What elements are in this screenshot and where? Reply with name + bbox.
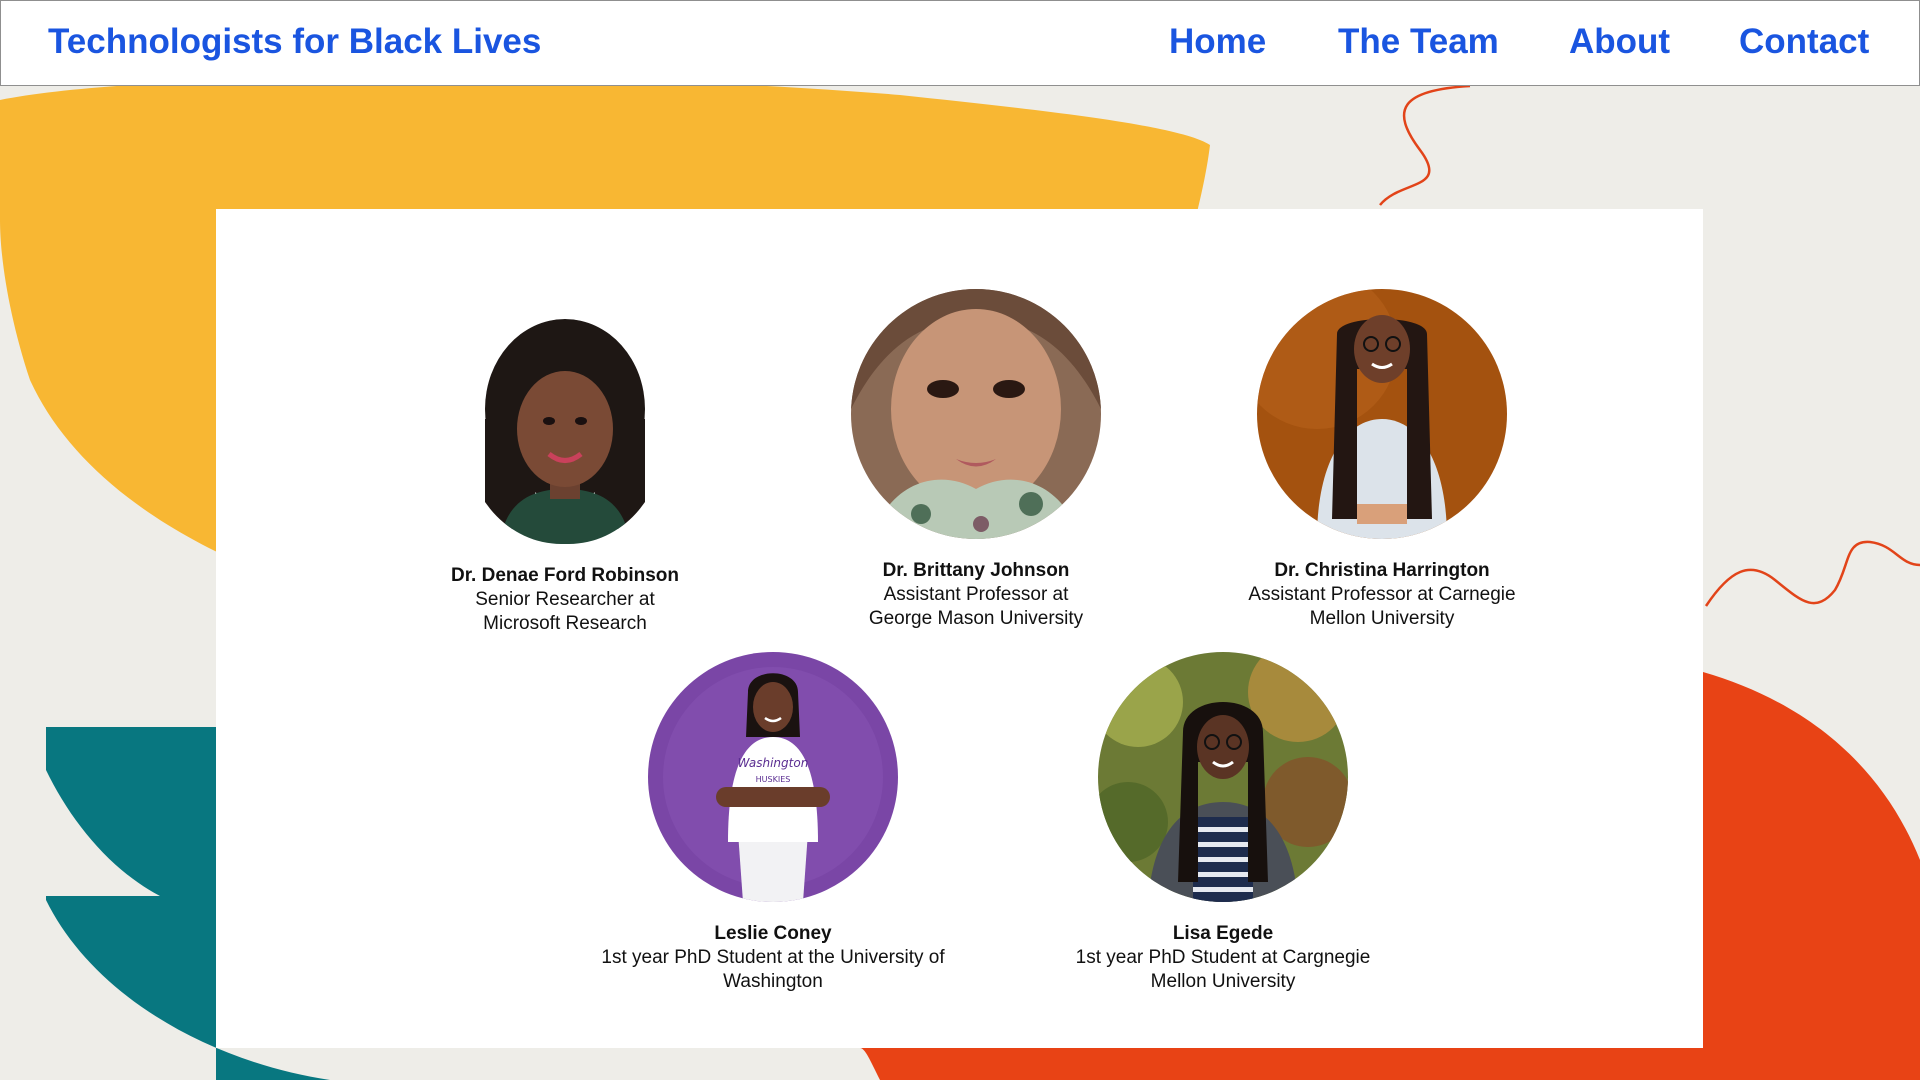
team-member-card: Dr. Denae Ford Robinson Senior Researche… [400, 319, 730, 636]
site-title-link[interactable]: Technologists for Black Lives [48, 22, 541, 62]
member-role-line: 1st year PhD Student at Cargnegie [1075, 947, 1371, 968]
top-navbar: Technologists for Black Lives Home The T… [0, 0, 1920, 86]
member-role-line: Mellon University [1309, 608, 1455, 629]
portrait-illustration [1098, 652, 1348, 902]
portrait-illustration: Washington HUSKIES W [648, 652, 898, 902]
team-member-card: Dr. Brittany Johnson Assistant Professor… [811, 289, 1141, 631]
member-role-line: Assistant Professor at Carnegie [1248, 584, 1516, 605]
nav-the-team-link[interactable]: The Team [1338, 22, 1499, 62]
member-role-line: 1st year PhD Student at the University o… [601, 947, 945, 968]
member-name: Leslie Coney [714, 923, 832, 944]
portrait-illustration [465, 319, 665, 544]
nav-contact-link[interactable]: Contact [1739, 22, 1869, 62]
member-photo [465, 319, 665, 544]
member-photo [851, 289, 1101, 539]
team-member-card: Washington HUSKIES W Leslie Coney 1st ye… [573, 652, 973, 994]
member-role-line: Assistant Professor at [883, 584, 1069, 605]
team-member-card: Dr. Christina Harrington Assistant Profe… [1217, 289, 1547, 631]
svg-text:HUSKIES: HUSKIES [756, 775, 791, 784]
member-role-line: George Mason University [868, 608, 1084, 629]
member-role-line: Senior Researcher at [475, 589, 655, 610]
red-squiggle-right [1704, 540, 1920, 607]
member-role-line: Washington [723, 971, 823, 992]
member-name: Dr. Brittany Johnson [882, 560, 1070, 581]
nav-about-link[interactable]: About [1569, 22, 1670, 62]
member-role-line: Microsoft Research [483, 613, 647, 634]
member-name: Dr. Denae Ford Robinson [450, 565, 680, 586]
team-panel: Dr. Denae Ford Robinson Senior Researche… [216, 209, 1703, 1048]
team-member-card: Lisa Egede 1st year PhD Student at Cargn… [1043, 652, 1403, 994]
member-photo: Washington HUSKIES W [648, 652, 898, 902]
member-name: Lisa Egede [1172, 923, 1274, 944]
member-photo [1098, 652, 1348, 902]
member-photo [1257, 289, 1507, 539]
member-name: Dr. Christina Harrington [1274, 560, 1490, 581]
red-squiggle-top [1379, 84, 1471, 206]
svg-text:Washington: Washington [738, 756, 809, 770]
portrait-illustration [851, 289, 1101, 539]
member-role-line: Mellon University [1150, 971, 1296, 992]
nav-home-link[interactable]: Home [1169, 22, 1266, 62]
portrait-illustration [1257, 289, 1507, 539]
